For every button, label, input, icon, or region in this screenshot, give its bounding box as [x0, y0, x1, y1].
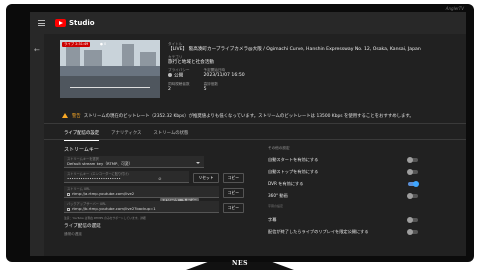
setting-auto-stop: 自動ストップを有効にする	[268, 166, 418, 178]
setting-unlisted-replay: 配信が終了したらライブのリプレイを限定公開にする	[268, 226, 418, 238]
privacy-value: 公開	[174, 73, 184, 79]
preview-viewers: ● 0	[100, 42, 107, 46]
stream-key-title: ストリームキー	[64, 147, 99, 153]
additional-settings-panel: その他の設定 自動スタートを有効にする 自動ストップを有効にする DVR を有効…	[268, 146, 419, 238]
backup-url-field[interactable]: バックアップサーバー URL rtmp://b.rtmp.youtube.com…	[64, 201, 219, 213]
setting-dvr: DVR を有効にする	[268, 178, 419, 190]
copy-backup-url-button[interactable]: コピー	[222, 203, 244, 213]
app-name: Studio	[69, 19, 95, 27]
back-arrow-icon[interactable]: ←	[34, 46, 40, 54]
copy-url-button[interactable]: コピー	[222, 188, 244, 198]
monitor-brand: NES	[232, 260, 248, 267]
additional-settings-title: その他の設定	[268, 146, 290, 150]
bitrate-warning: 警告 ストリームの現在のビットレート（2352.32 Kbps）が推奨値よりも低く…	[44, 108, 466, 124]
scheduled-value: 2023/11/07 16:50	[203, 73, 245, 78]
stream-key-panel: ストリームキー ストリームキーを選択 Default stream key（RT…	[64, 146, 244, 237]
360-video-label: 360° 動画	[268, 193, 288, 198]
stream-key-select-value: Default stream key（RTMP、可変）	[67, 161, 133, 166]
captions-label: 字幕	[268, 217, 277, 222]
warning-prefix: 警告	[72, 113, 81, 119]
auto-stop-label: 自動ストップを有効にする	[268, 169, 319, 174]
auto-stop-toggle[interactable]	[407, 169, 418, 175]
latency-title: ライブ配信の遅延	[64, 224, 101, 229]
category-value: 旅行と地域と社会活動	[168, 60, 214, 65]
warning-text: ストリームの現在のビットレート（2352.32 Kbps）が推奨値よりも低くなっ…	[83, 113, 414, 119]
likes-value: 5	[203, 86, 207, 92]
stream-key-select[interactable]: ストリームキーを選択 Default stream key（RTMP、可変）	[64, 156, 204, 168]
latency-option[interactable]: 通常の遅延	[64, 232, 244, 237]
auto-start-toggle[interactable]	[407, 157, 418, 163]
monitor-corner-brand: AnglerTV	[445, 6, 464, 11]
stream-preview[interactable]: ライブ 2:31:49 ● 0	[60, 40, 160, 98]
rtmps-note: 注意：YouTube は現在 RTMPS のみをサポートしています。詳細	[64, 216, 146, 220]
setting-auto-start: 自動スタートを有効にする	[268, 154, 418, 166]
stream-key-value: ••••••••••••••••••••••••	[67, 176, 121, 181]
setting-captions: 字幕	[268, 214, 418, 226]
stream-key-field[interactable]: ストリームキー（エンコーダーに貼り付け） •••••••••••••••••••…	[64, 171, 190, 183]
captions-settings-note: 字幕の設定	[268, 204, 284, 208]
stream-url-value: rtmp://a.rtmp.youtube.com/live2	[72, 191, 135, 196]
unlisted-replay-label: 配信が終了したらライブのリプレイを限定公開にする	[268, 229, 369, 234]
auto-start-label: 自動スタートを有効にする	[268, 157, 319, 162]
tabs-divider	[44, 139, 466, 140]
setting-360: 360° 動画	[268, 190, 418, 202]
viewers-value: 2	[168, 86, 171, 92]
warning-icon	[62, 113, 68, 118]
stream-details: タイトル 【LIVE】 阪高湊町カーブライブカメラ@大阪 / Ogimachi …	[168, 42, 460, 93]
top-bar: Studio	[30, 12, 466, 34]
stream-title: 【LIVE】 阪高湊町カーブライブカメラ@大阪 / Ogimachi Curve…	[168, 47, 421, 52]
lock-icon	[67, 207, 70, 211]
dvr-toggle[interactable]	[408, 181, 419, 187]
lock-icon	[67, 192, 70, 196]
hamburger-menu-icon[interactable]	[38, 20, 45, 26]
eye-off-icon[interactable]: ⊘	[158, 176, 161, 181]
studio-window: Studio ← ライブ 2:31:49 ● 0 タイトル 【LIVE】 阪高湊…	[30, 12, 466, 256]
stream-url-field[interactable]: ストリーム URL rtmp://a.rtmp.youtube.com/live…	[64, 186, 219, 198]
viewers-label: 同時視聴者数	[168, 81, 190, 86]
unlisted-replay-toggle[interactable]	[407, 229, 418, 235]
chevron-down-icon	[196, 162, 200, 164]
globe-icon	[168, 73, 172, 77]
copy-key-button[interactable]: コピー	[222, 173, 244, 183]
youtube-logo-icon[interactable]	[55, 19, 66, 27]
reset-key-button[interactable]: リセット	[193, 173, 219, 183]
captions-toggle[interactable]	[407, 217, 418, 223]
360-video-toggle[interactable]	[407, 193, 418, 199]
backup-url-value: rtmp://b.rtmp.youtube.com/live2?backup=1	[72, 206, 156, 211]
live-badge: ライブ 2:31:49	[62, 42, 91, 47]
likes-label: 高評価数	[203, 81, 218, 86]
dvr-label: DVR を有効にする	[268, 181, 304, 186]
monitor-bezel: AnglerTV Studio ← ライブ 2:31:49 ● 0 タイトル 【…	[6, 4, 474, 262]
left-rail: ←	[30, 34, 44, 256]
